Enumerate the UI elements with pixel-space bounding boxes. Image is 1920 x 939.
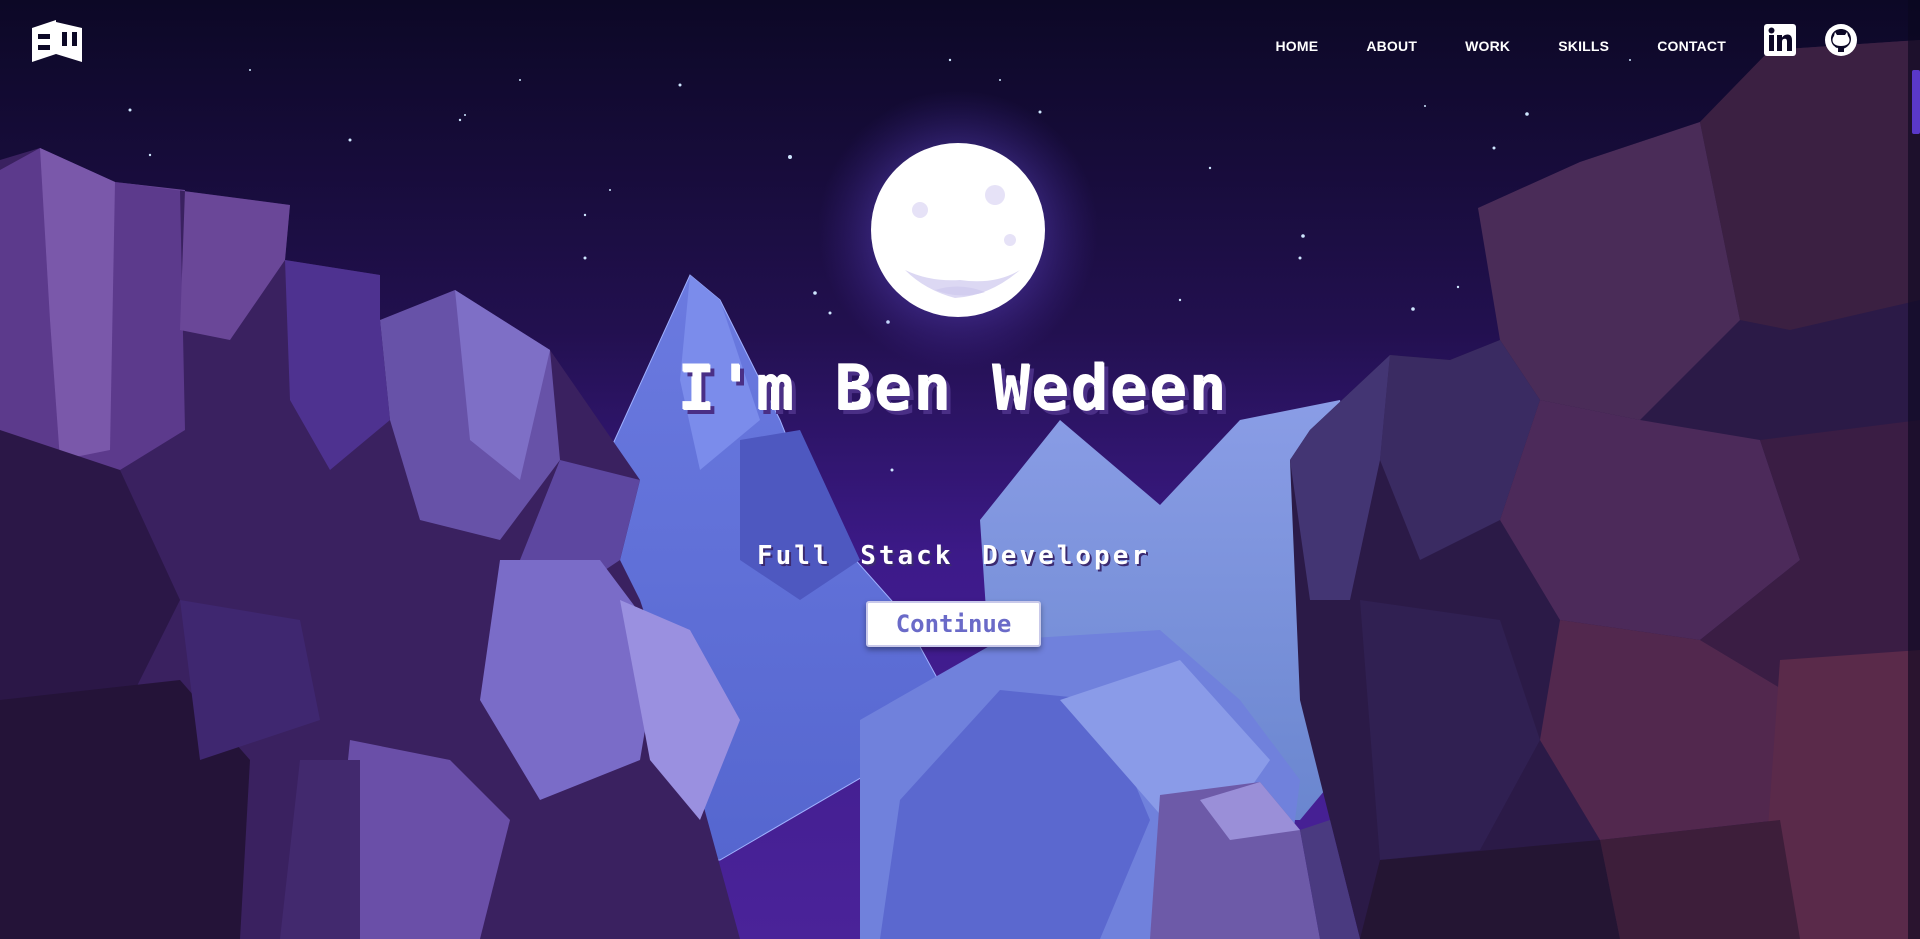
github-icon[interactable] [1824, 23, 1858, 57]
moon [871, 143, 1045, 317]
page: HOME ABOUT WORK SKILLS CONTACT I'm Ben W… [0, 0, 1920, 939]
hero-background-illustration [0, 0, 1920, 939]
scrollbar-track[interactable] [1908, 0, 1920, 939]
continue-button[interactable]: Continue [866, 601, 1041, 647]
hero-subtitle: Full Stack Developer [756, 541, 1151, 571]
nav-about[interactable]: ABOUT [1366, 38, 1417, 54]
scrollbar-thumb[interactable] [1912, 70, 1920, 134]
nav-work[interactable]: WORK [1465, 38, 1510, 54]
nav-contact[interactable]: CONTACT [1657, 38, 1726, 54]
nav-skills[interactable]: SKILLS [1558, 38, 1609, 54]
hero-title: I'm Ben Wedeen [678, 352, 1229, 425]
main-nav: HOME ABOUT WORK SKILLS CONTACT [1228, 38, 1727, 54]
bw-logo[interactable] [30, 18, 84, 64]
linkedin-icon[interactable] [1763, 23, 1797, 57]
nav-home[interactable]: HOME [1276, 38, 1319, 54]
